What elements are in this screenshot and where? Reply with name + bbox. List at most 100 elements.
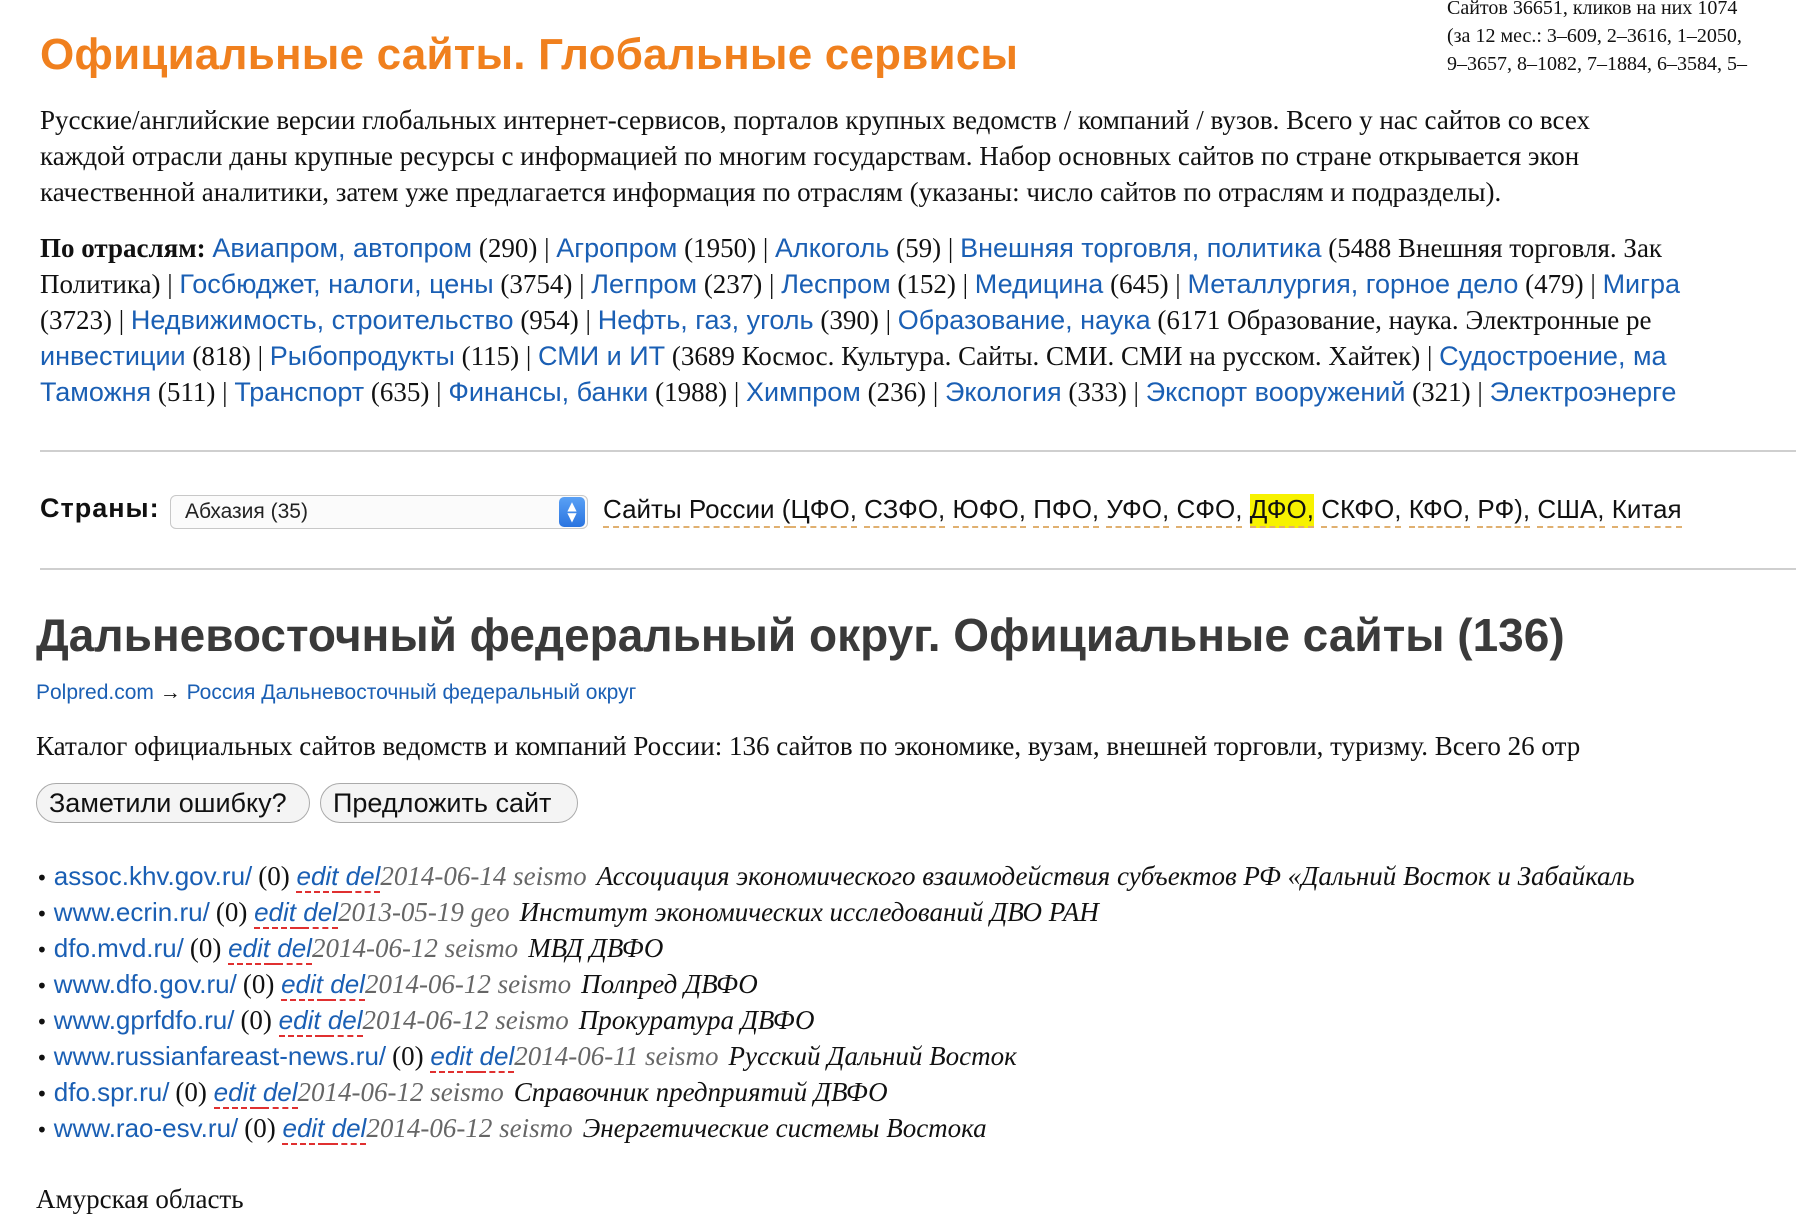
edit-link[interactable]: edit bbox=[254, 897, 296, 929]
country-link-cfo[interactable]: ЦФО, bbox=[790, 494, 857, 528]
delete-link[interactable]: del bbox=[345, 861, 381, 893]
country-link-skfo[interactable]: СКФО, bbox=[1321, 494, 1402, 528]
industry-link-ecology[interactable]: Экология bbox=[945, 377, 1062, 407]
country-link-ufo[interactable]: УФО, bbox=[1106, 494, 1170, 528]
site-list: • assoc.khv.gov.ru/(0) edit del2014-06-14… bbox=[36, 858, 1635, 1146]
edit-link[interactable]: edit bbox=[281, 969, 323, 1001]
bullet-icon: • bbox=[36, 902, 48, 926]
bullet-icon: • bbox=[36, 974, 48, 998]
country-link-kfo[interactable]: КФО, bbox=[1408, 494, 1471, 528]
breadcrumb-current-link[interactable]: Россия Дальневосточный федеральный округ bbox=[187, 681, 637, 704]
country-select[interactable]: Абхазия (35) ▲ ▼ bbox=[170, 495, 588, 529]
industry-link-oil-gas[interactable]: Нефть, газ, уголь bbox=[598, 305, 814, 335]
industry-link-education[interactable]: Образование, наука bbox=[898, 305, 1151, 335]
bullet-icon: • bbox=[36, 1118, 48, 1142]
country-link-russia[interactable]: Сайты России ( bbox=[603, 494, 791, 528]
suggest-site-button[interactable]: Предложить сайт bbox=[320, 783, 578, 823]
industry-link-energy[interactable]: Электроэнерге bbox=[1490, 377, 1677, 407]
click-count: (0) bbox=[175, 1077, 207, 1107]
industry-count: (390) | bbox=[820, 305, 898, 335]
site-date: 2014-06-11 bbox=[514, 1041, 639, 1071]
industry-link-alcohol[interactable]: Алкоголь bbox=[775, 233, 889, 263]
country-link-usa[interactable]: США, bbox=[1537, 494, 1605, 528]
industry-count: (6171 Образование, наука. Электронные ре bbox=[1157, 305, 1652, 335]
divider bbox=[40, 568, 1796, 570]
site-url-link[interactable]: www.rao-esv.ru/ bbox=[54, 1113, 238, 1143]
site-date: 2014-06-12 bbox=[311, 933, 438, 963]
delete-link[interactable]: del bbox=[331, 1113, 367, 1145]
site-date: 2014-06-12 bbox=[297, 1077, 424, 1107]
country-link-pfo[interactable]: ПФО, bbox=[1033, 494, 1100, 528]
industry-link-investments[interactable]: инвестиции bbox=[40, 341, 186, 371]
industry-link-medicine[interactable]: Медицина bbox=[975, 269, 1104, 299]
industry-link-media-it[interactable]: СМИ и ИТ bbox=[538, 341, 665, 371]
industry-link-metallurgy[interactable]: Металлургия, горное дело bbox=[1187, 269, 1518, 299]
industry-link-transport[interactable]: Транспорт bbox=[234, 377, 364, 407]
industry-prefix: (3723) | bbox=[40, 305, 131, 335]
industry-link-customs[interactable]: Таможня bbox=[40, 377, 151, 407]
select-arrows-icon: ▲ ▼ bbox=[559, 497, 585, 527]
industry-count: (290) | bbox=[478, 233, 557, 263]
delete-link[interactable]: del bbox=[479, 1041, 515, 1073]
industry-link-forest[interactable]: Леспром bbox=[781, 269, 890, 299]
edit-link[interactable]: edit bbox=[228, 933, 271, 965]
country-link-rf[interactable]: РФ), bbox=[1477, 494, 1531, 528]
intro-line: каждой отрасли даны крупные ресурсы с ин… bbox=[40, 141, 1580, 171]
divider bbox=[40, 450, 1796, 452]
delete-link[interactable]: del bbox=[330, 969, 365, 1001]
industry-link-agro[interactable]: Агропром bbox=[556, 233, 677, 263]
delete-link[interactable]: del bbox=[303, 897, 338, 929]
industry-link-fish[interactable]: Рыбопродукты bbox=[270, 341, 455, 371]
bullet-icon: • bbox=[36, 1082, 48, 1106]
industry-count: (511) | bbox=[157, 377, 235, 407]
edit-link[interactable]: edit bbox=[282, 1113, 325, 1145]
site-url-link[interactable]: www.dfo.gov.ru/ bbox=[54, 969, 237, 999]
site-url-link[interactable]: www.russianfareast-news.ru/ bbox=[54, 1041, 386, 1071]
edit-link[interactable]: edit bbox=[296, 861, 339, 893]
country-link-sfo[interactable]: СФО, bbox=[1176, 494, 1243, 528]
site-list-item: • www.rao-esv.ru/(0) edit del2014-06-12 s… bbox=[36, 1110, 1635, 1146]
stats-line: (за 12 мес.: 3–609, 2–3616, 1–2050, bbox=[1447, 25, 1742, 47]
edit-link[interactable]: edit bbox=[213, 1077, 256, 1109]
country-link-szfo[interactable]: СЗФО, bbox=[864, 494, 946, 528]
site-list-item: • dfo.mvd.ru/(0) edit del2014-06-12 seism… bbox=[36, 930, 1635, 966]
country-link-china[interactable]: Китая bbox=[1611, 494, 1682, 528]
industry-link-trade[interactable]: Внешняя торговля, политика bbox=[960, 233, 1321, 263]
industry-link-budget[interactable]: Госбюджет, налоги, цены bbox=[179, 269, 493, 299]
edit-link[interactable]: edit bbox=[278, 1005, 321, 1037]
site-date: 2014-06-12 bbox=[362, 1005, 489, 1035]
site-list-item: • dfo.spr.ru/(0) edit del2014-06-12 seism… bbox=[36, 1074, 1635, 1110]
industry-link-chemistry[interactable]: Химпром bbox=[746, 377, 861, 407]
countries-label: Страны: bbox=[40, 493, 160, 523]
site-url-link[interactable]: dfo.spr.ru/ bbox=[54, 1077, 170, 1107]
industry-link-finance[interactable]: Финансы, банки bbox=[448, 377, 648, 407]
bullet-icon: • bbox=[36, 1010, 48, 1034]
delete-link[interactable]: del bbox=[262, 1077, 298, 1109]
industry-count: (237) | bbox=[703, 269, 782, 299]
country-link-dfo-active[interactable]: ДФО, bbox=[1249, 494, 1314, 528]
site-stats: Сайтов 36651, кликов на них 1074 (за 12 … bbox=[1447, 0, 1796, 78]
site-url-link[interactable]: assoc.khv.gov.ru/ bbox=[54, 861, 252, 891]
industry-link-shipbuilding[interactable]: Судостроение, ма bbox=[1439, 341, 1666, 371]
industry-link-migration[interactable]: Мигра bbox=[1603, 269, 1680, 299]
site-url-link[interactable]: dfo.mvd.ru/ bbox=[54, 933, 184, 963]
edit-link[interactable]: edit bbox=[430, 1041, 473, 1073]
site-author: seismo bbox=[444, 933, 519, 963]
report-error-button[interactable]: Заметили ошибку? bbox=[36, 783, 310, 823]
site-title-text: Прокуратура ДВФО bbox=[578, 1005, 815, 1035]
breadcrumb: Polpred.com → Россия Дальневосточный фед… bbox=[36, 681, 636, 705]
country-link-yufo[interactable]: ЮФО, bbox=[952, 494, 1026, 528]
industries-label: По отраслям: bbox=[40, 233, 206, 263]
bullet-icon: • bbox=[36, 866, 48, 890]
site-url-link[interactable]: www.ecrin.ru/ bbox=[54, 897, 210, 927]
industry-link-realty[interactable]: Недвижимость, строительство bbox=[131, 305, 514, 335]
industry-link-light[interactable]: Легпром bbox=[591, 269, 697, 299]
site-list-item: • www.russianfareast-news.ru/(0) edit del… bbox=[36, 1038, 1635, 1074]
breadcrumb-home-link[interactable]: Polpred.com bbox=[36, 681, 154, 704]
delete-link[interactable]: del bbox=[327, 1005, 363, 1037]
industry-link-arms-export[interactable]: Экспорт вооружений bbox=[1146, 377, 1406, 407]
stats-line: Сайтов 36651, кликов на них 1074 bbox=[1447, 0, 1738, 19]
industry-link-avia[interactable]: Авиапром, автопром bbox=[212, 233, 472, 263]
site-url-link[interactable]: www.gprfdfo.ru/ bbox=[54, 1005, 235, 1035]
delete-link[interactable]: del bbox=[277, 933, 312, 965]
